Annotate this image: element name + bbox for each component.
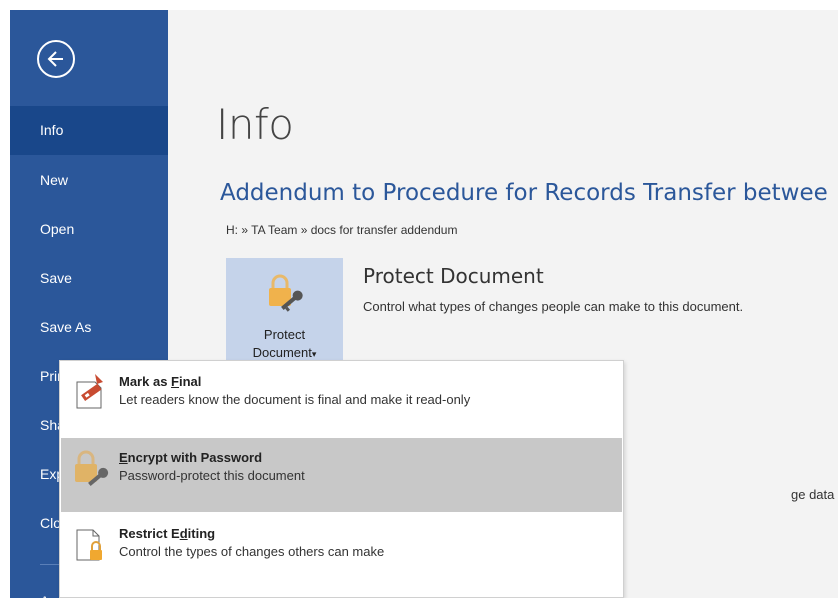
nav-item-new[interactable]: New [10, 156, 168, 205]
nav-item-save-as[interactable]: Save As [10, 303, 168, 352]
access-key: d [179, 526, 188, 541]
mark-final-icon [76, 374, 103, 409]
protect-heading: Protect Document [363, 264, 544, 288]
menu-item-title: Encrypt with Password [119, 450, 262, 465]
protect-button-label-line1: Protect [263, 327, 306, 342]
menu-item-description: Control the types of changes others can … [119, 544, 385, 559]
menu-item-mark-as-final[interactable]: Mark as Final Let readers know the docum… [61, 362, 622, 436]
title-text: ncrypt with Password [127, 450, 263, 465]
menu-item-encrypt-with-password[interactable]: Encrypt with Password Password-protect t… [61, 438, 622, 512]
nav-item-open[interactable]: Open [10, 205, 168, 254]
restrict-editing-icon [76, 529, 102, 561]
title-text: Restrict E [119, 526, 180, 541]
protect-document-menu: Mark as Final Let readers know the docum… [59, 360, 624, 598]
menu-item-title: Restrict Editing [119, 526, 215, 541]
lock-key-icon [75, 450, 109, 486]
title-text: Mark as [119, 374, 172, 389]
access-key: F [171, 374, 179, 389]
access-key: E [119, 450, 128, 465]
document-title: Addendum to Procedure for Records Transf… [220, 180, 828, 206]
menu-item-description: Password-protect this document [119, 468, 305, 483]
lock-key-icon [269, 274, 303, 312]
chevron-down-icon: ▾ [311, 349, 317, 359]
menu-item-title: Mark as Final [119, 374, 201, 389]
back-button[interactable] [37, 40, 75, 78]
title-text: inal [179, 374, 202, 389]
nav-item-save[interactable]: Save [10, 254, 168, 303]
background-text-fragment: ge data [791, 487, 835, 502]
title-text: iting [187, 526, 216, 541]
menu-item-restrict-editing[interactable]: Restrict Editing Control the types of ch… [61, 514, 622, 588]
nav-item-info[interactable]: Info [10, 106, 168, 155]
page-title: Info [216, 100, 294, 149]
breadcrumb: H: » TA Team » docs for transfer addendu… [226, 223, 458, 237]
back-arrow-icon [47, 51, 63, 67]
protect-description: Control what types of changes people can… [363, 299, 744, 314]
protect-button-label-text: Document [252, 345, 312, 360]
menu-item-description: Let readers know the document is final a… [119, 392, 471, 407]
protect-document-button[interactable]: Protect Document▾ [226, 258, 343, 370]
